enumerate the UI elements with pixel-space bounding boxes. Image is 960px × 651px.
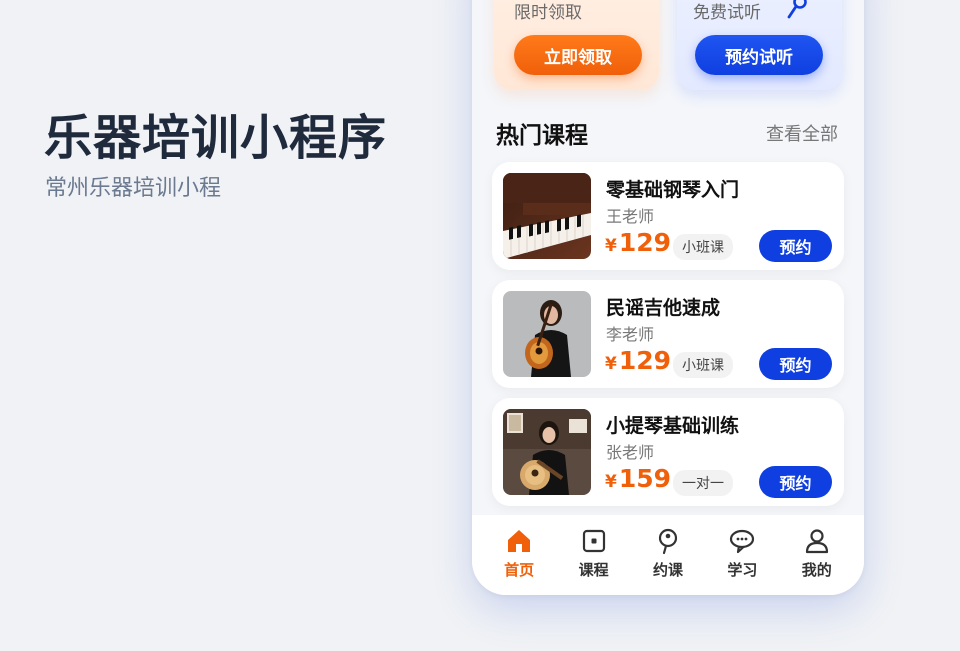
tab-courses[interactable]: 课程 — [562, 515, 626, 595]
pin-icon — [787, 0, 807, 19]
price-value: 129 — [618, 346, 672, 375]
user-icon — [805, 529, 828, 554]
class-type-badge: 小班课 — [673, 234, 733, 260]
tab-profile[interactable]: 我的 — [785, 515, 849, 595]
course-price: ¥ 129 — [605, 346, 671, 375]
hero-title: 乐器培训小程序 — [44, 110, 388, 166]
class-type-badge: 小班课 — [673, 352, 733, 378]
claim-now-button[interactable]: 立即领取 — [514, 35, 642, 75]
see-all-link[interactable]: 查看全部 — [766, 120, 838, 146]
course-card[interactable]: 民谣吉他速成 李老师 ¥ 129 小班课 预约 — [492, 280, 844, 388]
hero-subtitle: 常州乐器培训小程 — [45, 176, 222, 201]
currency-symbol: ¥ — [605, 354, 617, 374]
section-title: 热门课程 — [496, 123, 588, 149]
price-value: 159 — [618, 464, 672, 493]
bottom-tab-bar: 首页 课程 约课 学习 我的 — [472, 515, 864, 595]
book-course-button[interactable]: 预约 — [759, 348, 832, 380]
tab-label: 课程 — [578, 561, 609, 579]
guitarist-photo — [503, 291, 591, 377]
currency-symbol: ¥ — [605, 236, 617, 256]
phone-mockup: 限时领取 立即领取 免费试听 预约试听 热门课程 查看全部 零基础钢琴入门 王老… — [472, 0, 864, 595]
pin-icon — [658, 528, 678, 555]
class-type-badge: 一对一 — [673, 470, 733, 496]
chat-icon — [730, 529, 755, 554]
book-trial-button[interactable]: 预约试听 — [695, 35, 823, 75]
tab-label: 约课 — [652, 561, 683, 579]
teacher-name: 张老师 — [606, 443, 655, 462]
home-icon — [508, 530, 531, 552]
tab-booking[interactable]: 约课 — [636, 515, 700, 595]
course-name: 民谣吉他速成 — [606, 297, 721, 319]
tab-label: 学习 — [727, 561, 758, 579]
course-name: 零基础钢琴入门 — [606, 179, 740, 201]
course-icon — [582, 529, 605, 553]
piano-photo — [503, 173, 591, 259]
promo-card-coupon: 限时领取 立即领取 — [494, 0, 659, 90]
book-course-button[interactable]: 预约 — [759, 466, 832, 498]
course-card[interactable]: 小提琴基础训练 张老师 ¥ 159 一对一 预约 — [492, 398, 844, 506]
tab-label: 我的 — [801, 561, 832, 579]
teacher-guitar-photo — [503, 409, 591, 495]
book-course-button[interactable]: 预约 — [759, 230, 832, 262]
tab-study[interactable]: 学习 — [710, 515, 774, 595]
promo-card-trial: 免费试听 预约试听 — [677, 0, 842, 90]
course-price: ¥ 129 — [605, 228, 671, 257]
price-value: 129 — [618, 228, 672, 257]
teacher-name: 李老师 — [606, 325, 655, 344]
tab-home[interactable]: 首页 — [487, 515, 551, 595]
course-price: ¥ 159 — [605, 464, 671, 493]
course-card[interactable]: 零基础钢琴入门 王老师 ¥ 129 小班课 预约 — [492, 162, 844, 270]
tab-label: 首页 — [504, 561, 535, 579]
promo-text: 限时领取 — [514, 3, 582, 23]
promo-text: 免费试听 — [693, 3, 761, 23]
course-name: 小提琴基础训练 — [606, 415, 740, 437]
teacher-name: 王老师 — [606, 207, 655, 226]
currency-symbol: ¥ — [605, 472, 617, 492]
